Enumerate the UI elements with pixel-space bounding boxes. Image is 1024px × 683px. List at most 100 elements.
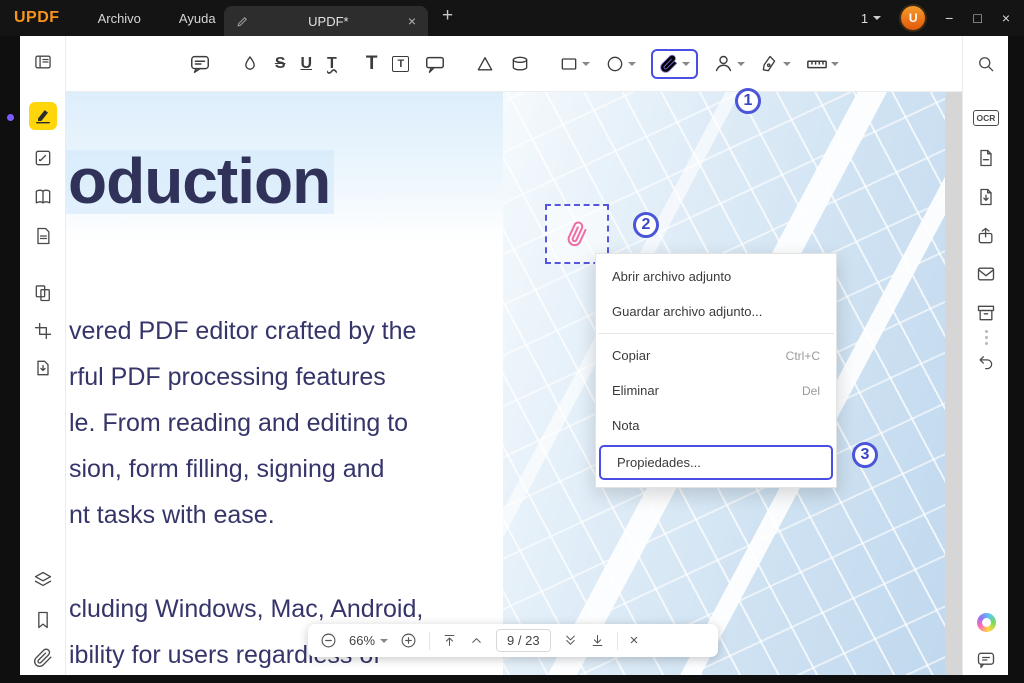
ellipse-tool[interactable] bbox=[605, 54, 636, 74]
step-badge-1: 1 bbox=[735, 88, 761, 114]
doc-line: nt tasks with ease. bbox=[69, 492, 416, 538]
undo-icon[interactable] bbox=[972, 347, 1000, 375]
paperclip-icon bbox=[659, 54, 679, 74]
minimize-button[interactable]: − bbox=[945, 11, 953, 25]
divider bbox=[617, 632, 618, 650]
squiggly-label: T bbox=[327, 55, 337, 73]
first-page-button[interactable] bbox=[442, 633, 457, 648]
zoom-out-button[interactable] bbox=[320, 632, 337, 649]
chevron-down-icon bbox=[783, 62, 791, 66]
pdf-canvas: oduction vered PDF editor crafted by the… bbox=[66, 92, 962, 675]
previous-page-button[interactable] bbox=[469, 633, 484, 648]
tab-title: UPDF* bbox=[249, 14, 408, 29]
page-number-field[interactable]: 9 / 23 bbox=[496, 629, 551, 652]
menu-item-propiedades[interactable]: Propiedades... bbox=[601, 447, 831, 478]
menu-item-abrir[interactable]: Abrir archivo adjunto bbox=[596, 259, 836, 294]
menu-item-copiar[interactable]: Copiar Ctrl+C bbox=[596, 338, 836, 373]
share-icon[interactable] bbox=[972, 222, 1000, 250]
page-thumbnails-icon[interactable] bbox=[29, 279, 57, 307]
zoom-level-dropdown[interactable]: 66% bbox=[349, 633, 388, 648]
menu-ayuda[interactable]: Ayuda bbox=[179, 11, 216, 26]
ocr-icon[interactable]: OCR bbox=[972, 104, 1000, 132]
archive-icon[interactable] bbox=[972, 299, 1000, 327]
zoom-in-button[interactable] bbox=[400, 632, 417, 649]
measure-tool[interactable] bbox=[806, 53, 839, 75]
compress-icon[interactable] bbox=[972, 183, 1000, 211]
doc-line: vered PDF editor crafted by the bbox=[69, 308, 416, 354]
chevron-down-icon bbox=[380, 639, 388, 643]
typewriter-label: T bbox=[366, 53, 378, 75]
convert-icon[interactable] bbox=[972, 144, 1000, 172]
triangle-shape-tool[interactable] bbox=[475, 54, 495, 74]
paperclip-icon bbox=[562, 219, 593, 250]
avatar[interactable]: U bbox=[901, 6, 925, 30]
menu-separator bbox=[598, 333, 834, 334]
menu-item-eliminar[interactable]: Eliminar Del bbox=[596, 373, 836, 408]
propiedades-highlight: Propiedades... bbox=[599, 445, 833, 480]
pencil-icon bbox=[236, 15, 249, 28]
notification-dropdown[interactable]: 1 bbox=[861, 11, 881, 26]
annotation-toolbar: S U T T T bbox=[66, 36, 962, 92]
divider bbox=[429, 632, 430, 650]
reading-view-icon[interactable] bbox=[29, 48, 57, 76]
step-badge-3: 3 bbox=[852, 442, 878, 468]
crop-icon[interactable] bbox=[29, 317, 57, 345]
form-fill-icon[interactable] bbox=[29, 222, 57, 250]
menu-item-nota[interactable]: Nota bbox=[596, 408, 836, 443]
highlight-tool[interactable] bbox=[240, 54, 260, 74]
textbox-tool[interactable]: T bbox=[392, 56, 409, 72]
layers-icon[interactable] bbox=[29, 566, 57, 594]
updf-window: UPDF Archivo Ayuda UPDF* × + 1 U − □ × bbox=[0, 0, 1024, 683]
chevron-down-icon bbox=[873, 16, 881, 20]
feedback-icon[interactable] bbox=[972, 646, 1000, 674]
strikethrough-label: S bbox=[275, 55, 286, 73]
menu-item-guardar[interactable]: Guardar archivo adjunto... bbox=[596, 294, 836, 329]
book-reader-icon[interactable] bbox=[29, 183, 57, 211]
bookmark-icon[interactable] bbox=[29, 606, 57, 634]
doc-line: sion, form filling, signing and bbox=[69, 446, 416, 492]
squiggly-underline-tool[interactable]: T bbox=[327, 55, 337, 73]
updf-logo: UPDF bbox=[14, 9, 60, 27]
tab-close-icon[interactable]: × bbox=[408, 14, 416, 28]
ai-assistant-icon[interactable] bbox=[972, 608, 1000, 636]
close-navigation-icon[interactable]: × bbox=[630, 633, 639, 648]
attachment-tool[interactable] bbox=[651, 49, 698, 79]
step-badge-2: 2 bbox=[633, 212, 659, 238]
chevron-down-icon bbox=[628, 62, 636, 66]
next-page-button[interactable] bbox=[563, 633, 578, 648]
chevron-down-icon bbox=[682, 62, 690, 66]
left-sidebar bbox=[20, 36, 66, 675]
signature-tool[interactable] bbox=[760, 54, 791, 74]
strikethrough-tool[interactable]: S bbox=[275, 55, 286, 73]
new-tab-button[interactable]: + bbox=[442, 5, 453, 27]
document-tab[interactable]: UPDF* × bbox=[224, 6, 428, 36]
attachments-panel-icon[interactable] bbox=[29, 644, 57, 672]
active-tool-indicator bbox=[7, 114, 14, 121]
document-heading: oduction bbox=[68, 144, 330, 218]
rectangle-tool[interactable] bbox=[559, 54, 590, 74]
maximize-button[interactable]: □ bbox=[973, 11, 981, 25]
zoom-level: 66% bbox=[349, 633, 375, 648]
close-button[interactable]: × bbox=[1002, 11, 1010, 25]
ocr-label: OCR bbox=[973, 110, 1000, 126]
edit-pdf-icon[interactable] bbox=[29, 144, 57, 172]
doc-line: rful PDF processing features bbox=[69, 354, 416, 400]
mail-icon[interactable] bbox=[972, 260, 1000, 288]
underline-tool[interactable]: U bbox=[300, 55, 312, 73]
extract-page-icon[interactable] bbox=[29, 354, 57, 382]
titlebar: UPDF Archivo Ayuda UPDF* × + 1 U − □ × bbox=[0, 0, 1024, 36]
comment-tool[interactable] bbox=[189, 53, 211, 75]
cylinder-shape-tool[interactable] bbox=[510, 54, 530, 74]
search-icon[interactable] bbox=[972, 50, 1000, 78]
menu-archivo[interactable]: Archivo bbox=[98, 11, 141, 26]
typewriter-text-tool[interactable]: T bbox=[366, 53, 378, 75]
last-page-button[interactable] bbox=[590, 633, 605, 648]
chevron-down-icon bbox=[737, 62, 745, 66]
stamp-tool[interactable] bbox=[713, 53, 745, 74]
titlebar-right: 1 U − □ × bbox=[861, 0, 1010, 36]
callout-tool[interactable] bbox=[424, 53, 446, 75]
chevron-down-icon bbox=[831, 62, 839, 66]
comment-mode-icon[interactable] bbox=[29, 102, 57, 130]
more-icon[interactable] bbox=[972, 329, 1000, 345]
attachment-context-menu: Abrir archivo adjunto Guardar archivo ad… bbox=[595, 253, 837, 488]
